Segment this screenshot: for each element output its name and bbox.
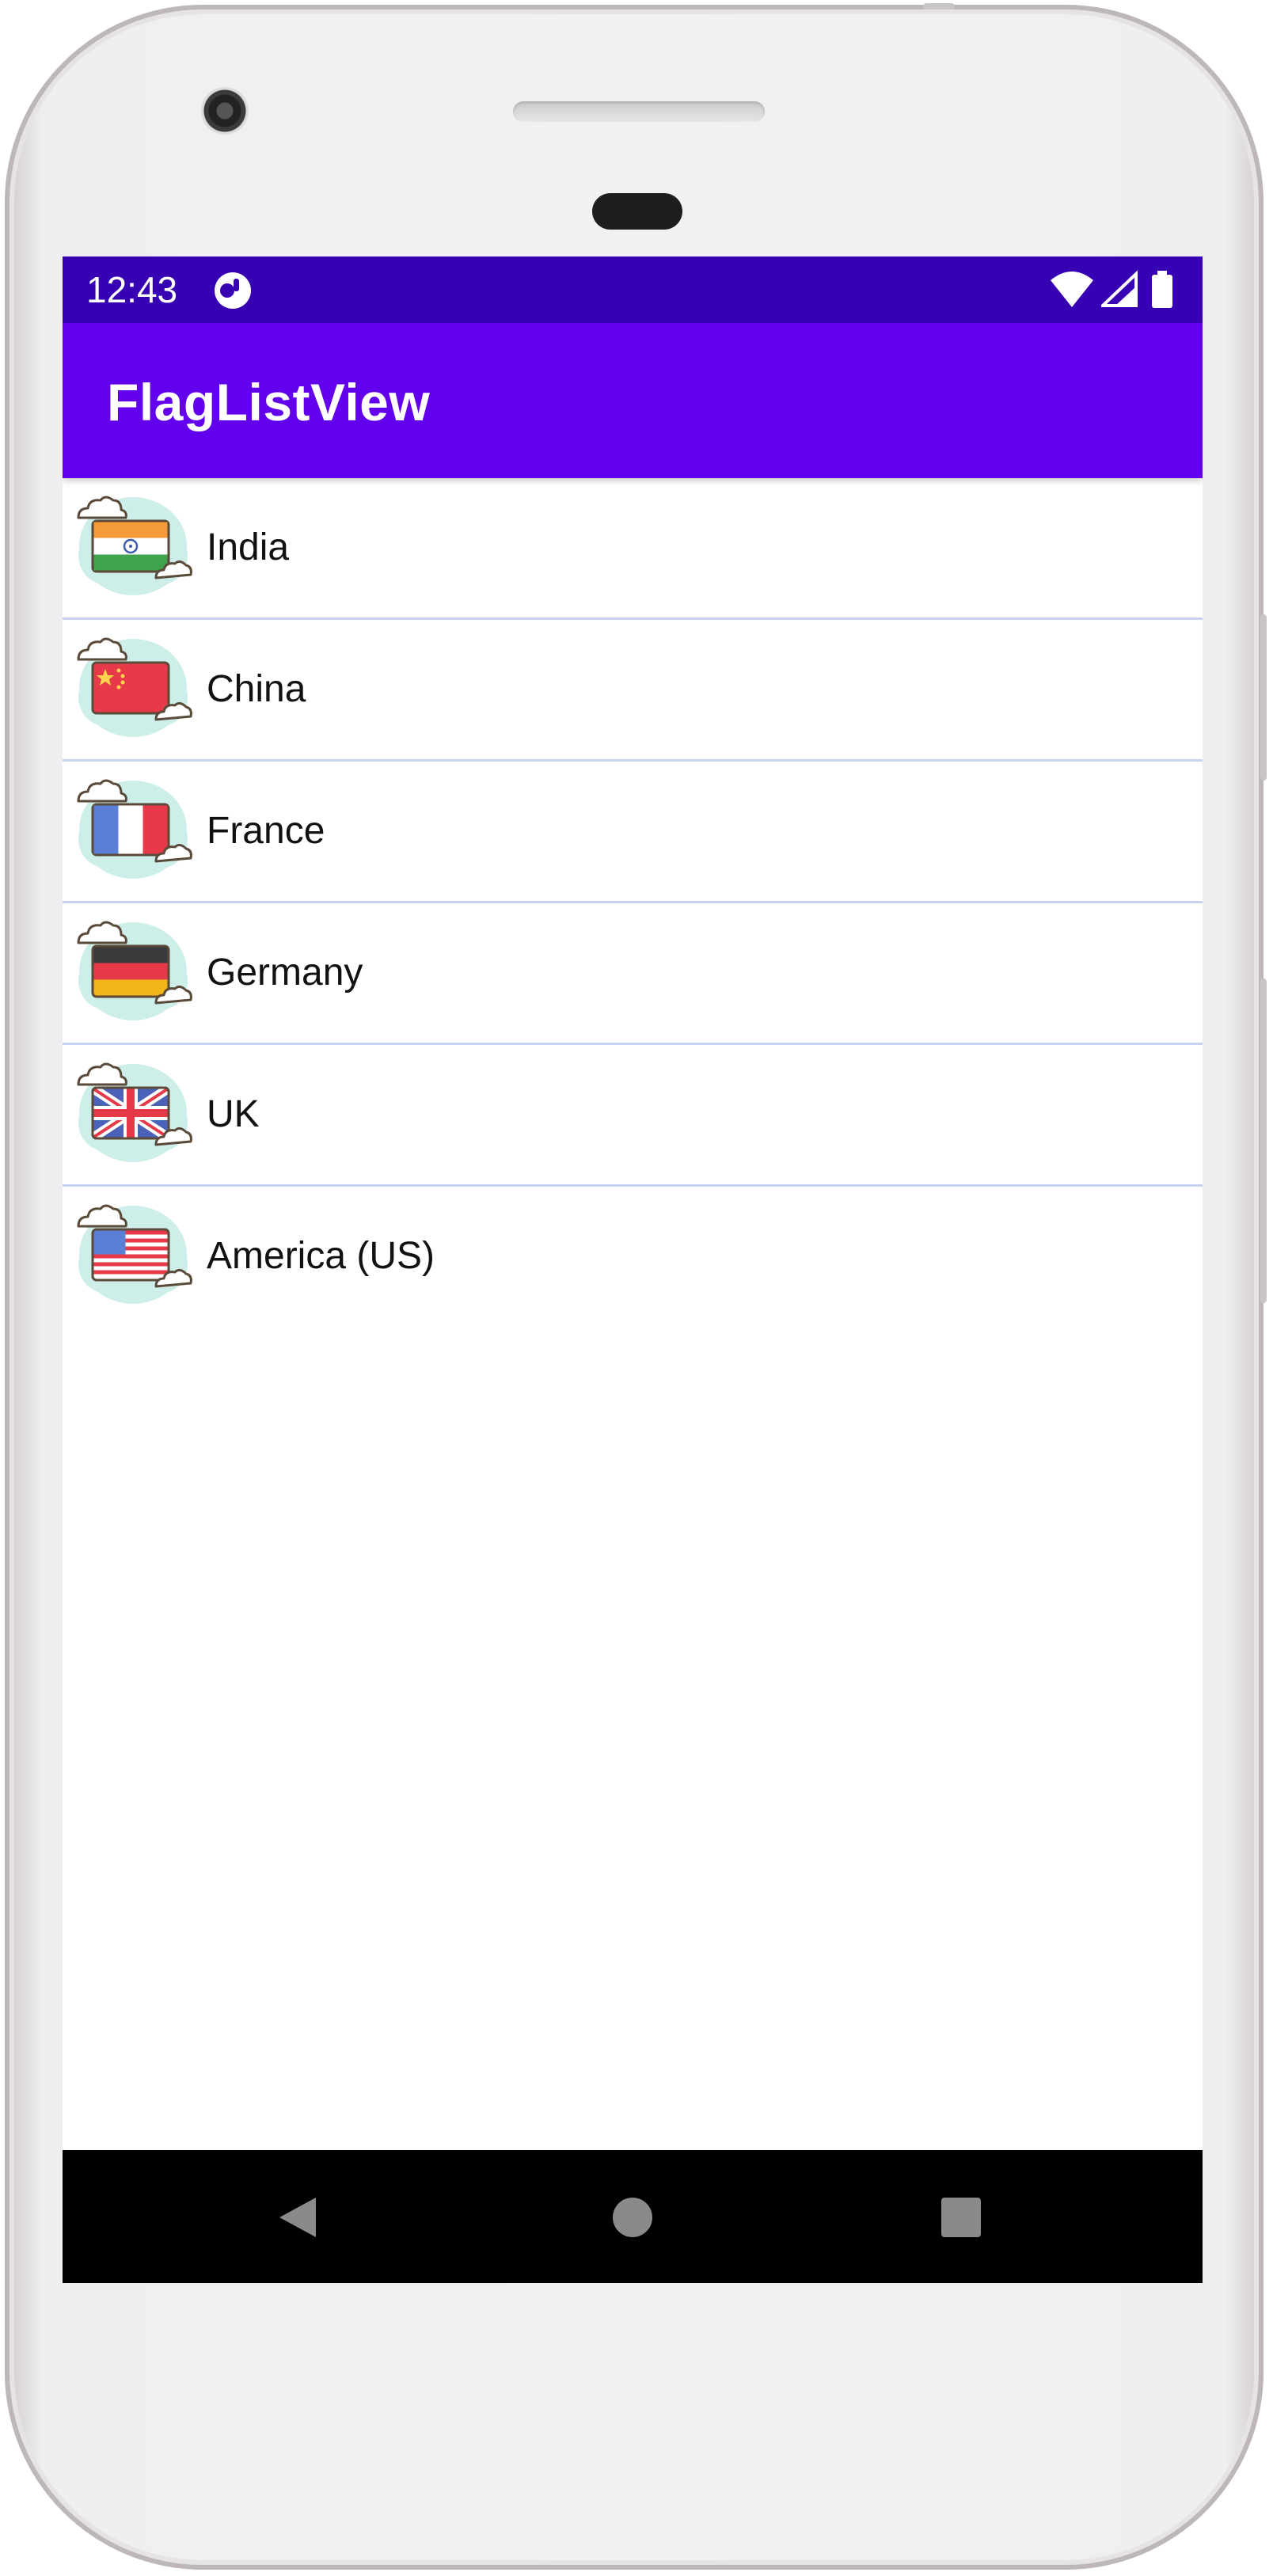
app-title: FlagListView xyxy=(107,373,431,431)
battery-icon xyxy=(1152,271,1172,308)
recents-icon[interactable] xyxy=(925,2182,997,2253)
india-flag-icon xyxy=(77,496,192,595)
power-button xyxy=(1260,614,1267,781)
earpiece-speaker xyxy=(513,101,765,122)
list-item[interactable]: India xyxy=(63,478,1203,620)
list-item-label: Germany xyxy=(207,952,363,994)
list-item[interactable]: France xyxy=(63,762,1203,903)
status-time: 12:43 xyxy=(86,269,178,310)
list-item-label: France xyxy=(207,810,325,852)
flag-list[interactable]: India China France Germany UK America (U… xyxy=(63,478,1203,1326)
list-item[interactable]: America (US) xyxy=(63,1187,1203,1326)
germany-flag-icon xyxy=(77,921,192,1020)
status-bar: 12:43 xyxy=(63,256,1203,323)
list-item-label: America (US) xyxy=(207,1235,435,1277)
app-notification-icon xyxy=(215,272,251,309)
app-bar: FlagListView xyxy=(63,323,1203,478)
france-flag-icon xyxy=(77,779,192,879)
us-flag-icon xyxy=(77,1204,192,1304)
home-icon[interactable] xyxy=(597,2182,668,2253)
list-item-label: China xyxy=(207,668,306,710)
list-item[interactable]: China xyxy=(63,620,1203,762)
navigation-bar xyxy=(63,2150,1203,2283)
china-flag-icon xyxy=(77,637,192,737)
signal-icon xyxy=(1101,270,1138,307)
uk-flag-icon xyxy=(77,1062,192,1162)
list-item[interactable]: Germany xyxy=(63,903,1203,1045)
proximity-sensor xyxy=(592,193,682,230)
top-button xyxy=(923,3,955,9)
volume-button xyxy=(1260,978,1267,1303)
front-camera xyxy=(201,87,249,135)
status-icons xyxy=(1049,269,1184,310)
list-item[interactable]: UK xyxy=(63,1045,1203,1187)
back-icon[interactable] xyxy=(260,2182,332,2253)
screen: 12:43 FlagListView India China France Ge… xyxy=(63,256,1203,2283)
wifi-icon xyxy=(1051,272,1093,307)
list-item-label: UK xyxy=(207,1093,260,1135)
list-item-label: India xyxy=(207,526,290,568)
